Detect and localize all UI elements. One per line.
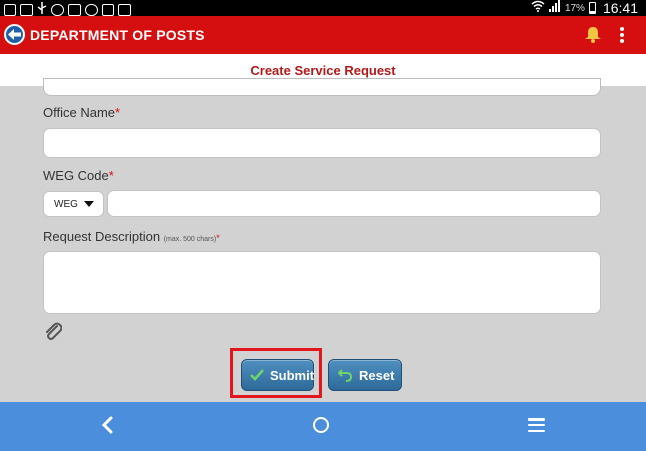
reset-label: Reset: [359, 367, 395, 383]
wifi-icon: [531, 0, 545, 17]
status-indicators: 17% 16:41: [531, 0, 638, 16]
signal-icon: [548, 0, 561, 17]
weg-code-dropdown[interactable]: WEG: [43, 191, 104, 217]
undo-icon: [337, 367, 353, 383]
gmail-icon: [68, 4, 81, 16]
app-bar: DEPARTMENT OF POSTS: [0, 16, 646, 54]
dropdown-arrow-icon: [83, 201, 94, 207]
battery-percent: 17%: [564, 2, 585, 14]
calendar-icon: [102, 4, 114, 16]
attachment-icon[interactable]: [44, 322, 63, 347]
submit-label: Submit: [270, 367, 315, 383]
status-bar: 17% 16:41: [0, 0, 646, 16]
check-icon: [250, 367, 264, 383]
weg-code-input[interactable]: [107, 190, 601, 217]
news-icon: [4, 4, 16, 16]
submit-button[interactable]: Submit: [241, 359, 314, 391]
back-arrow-icon[interactable]: [4, 24, 25, 45]
previous-field-input[interactable]: [43, 78, 601, 96]
request-description-hint: (max. 500 chars): [163, 236, 217, 243]
android-nav-bar: [0, 402, 646, 451]
office-name-label: Office Name*: [43, 105, 121, 120]
weg-code-dropdown-value: WEG: [54, 198, 78, 210]
gallery-icon: [118, 4, 131, 16]
request-description-label: Request Description (max. 500 chars)*: [43, 229, 220, 244]
sync-icon: [85, 4, 98, 16]
nav-menu-icon[interactable]: [528, 418, 545, 432]
reset-button[interactable]: Reset: [328, 359, 402, 391]
weg-code-label: WEG Code*: [43, 168, 114, 183]
clock: 16:41: [602, 0, 638, 16]
nav-back-icon[interactable]: [100, 416, 114, 439]
office-name-input[interactable]: [43, 128, 601, 158]
overflow-menu-icon[interactable]: [620, 27, 624, 43]
bell-icon[interactable]: [584, 26, 602, 48]
page-title: Create Service Request: [250, 63, 396, 78]
app-title: DEPARTMENT OF POSTS: [30, 27, 205, 43]
nav-home-icon[interactable]: [313, 417, 329, 433]
battery-icon: [588, 2, 596, 14]
mail-icon: [20, 4, 33, 16]
whatsapp-icon: [51, 4, 64, 16]
request-description-textarea[interactable]: [43, 251, 601, 314]
